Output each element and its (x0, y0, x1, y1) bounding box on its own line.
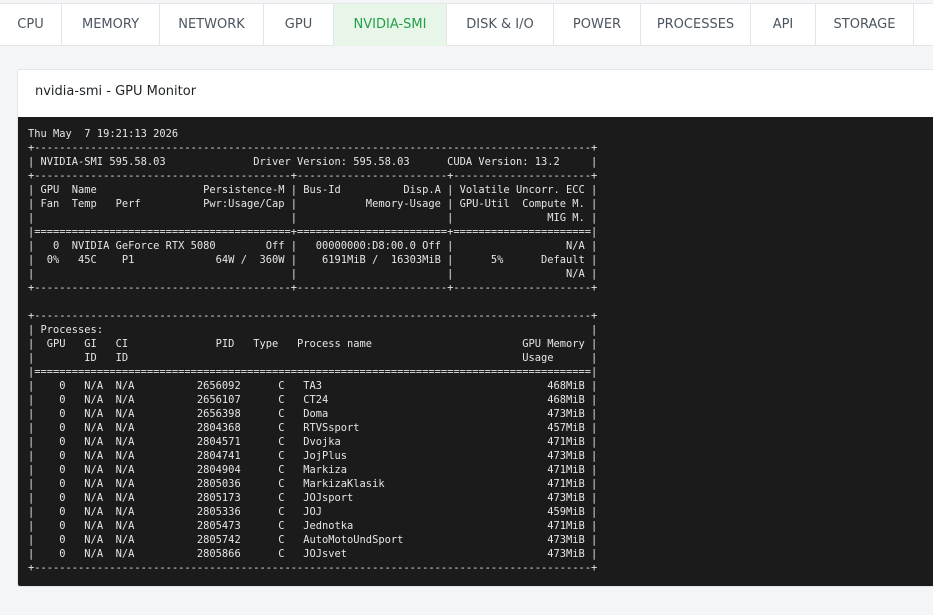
tab-disk-io[interactable]: DISK & I/O (447, 4, 554, 46)
tab-network[interactable]: NETWORK (160, 4, 264, 46)
gpu-monitor-panel: nvidia-smi - GPU Monitor Thu May 7 19:21… (17, 69, 933, 587)
tab-memory[interactable]: MEMORY (62, 4, 160, 46)
tab-api[interactable]: API (751, 4, 816, 46)
terminal-output[interactable]: Thu May 7 19:21:13 2026 +---------------… (18, 117, 933, 586)
tab-storage[interactable]: STORAGE (816, 4, 914, 46)
tab-cpu[interactable]: CPU (0, 4, 62, 46)
tab-bar: CPU MEMORY NETWORK GPU NVIDIA-SMI DISK &… (0, 3, 933, 46)
tab-processes[interactable]: PROCESSES (641, 4, 751, 46)
tab-power[interactable]: POWER (554, 4, 641, 46)
nvidia-smi-output: Thu May 7 19:21:13 2026 +---------------… (28, 128, 598, 574)
tab-nvidia-smi[interactable]: NVIDIA-SMI (334, 4, 447, 46)
panel-title: nvidia-smi - GPU Monitor (35, 84, 197, 99)
tab-gpu[interactable]: GPU (264, 4, 334, 46)
